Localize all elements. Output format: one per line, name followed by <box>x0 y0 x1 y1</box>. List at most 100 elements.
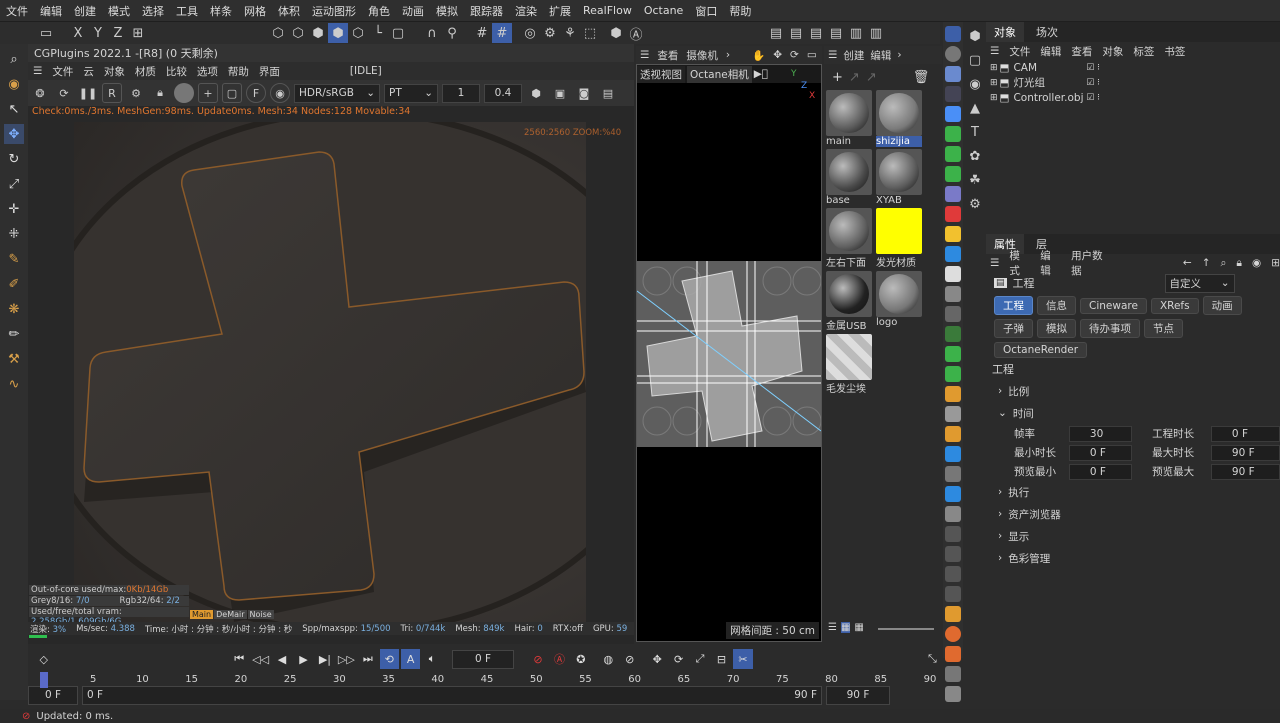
attr-menu-userdata[interactable]: 用户数据 <box>1071 248 1113 278</box>
octane-dots-icon[interactable] <box>945 526 961 542</box>
camera-menu-view[interactable]: 查看 <box>657 48 678 63</box>
obj-menu-object[interactable]: 对象 <box>1102 44 1123 59</box>
grid-view-icon[interactable]: ▦ <box>840 622 851 633</box>
up-arrow-icon[interactable]: ↑ <box>1202 257 1211 269</box>
brush-icon[interactable]: ✏ <box>4 324 24 344</box>
menu-item-13[interactable]: 跟踪器 <box>464 3 509 19</box>
motion-record-icon[interactable]: ◍ <box>599 649 618 669</box>
symmetry-icon[interactable]: ⚘ <box>560 23 580 43</box>
rotate-view-icon[interactable]: ⟳ <box>790 49 799 61</box>
image-icon[interactable]: ▣ <box>550 83 570 103</box>
end-frame-field[interactable]: 90 F <box>826 685 890 705</box>
obj-menu-bookmark[interactable]: 书签 <box>1164 44 1185 59</box>
attr-tab-button[interactable]: OctaneRender <box>994 342 1088 358</box>
spline-smooth-icon[interactable]: ✐ <box>4 274 24 294</box>
object-row[interactable]: ⊞ ⬒ 灯光组 ☑ ⁝ <box>990 75 1280 90</box>
material-item[interactable]: 左右下面 <box>826 208 872 269</box>
scale-key-icon[interactable]: ⤢ <box>690 649 709 669</box>
attr-tab-button[interactable]: 信息 <box>1037 296 1076 315</box>
autokey-icon[interactable]: A <box>400 649 421 669</box>
list-view-icon[interactable]: ☰ <box>828 622 837 633</box>
region-icon[interactable]: R <box>102 83 122 103</box>
key-selection-icon[interactable]: ✪ <box>571 649 590 669</box>
octane-tag-icon[interactable] <box>945 186 961 202</box>
layout-icon[interactable]: ▭ <box>36 23 56 43</box>
material-item[interactable]: shizijia <box>876 90 922 147</box>
pass-tag-main[interactable]: Main <box>190 610 214 619</box>
knife-icon[interactable]: ⚒ <box>4 349 24 369</box>
menu-hamburger-icon-4[interactable]: ☰ <box>990 45 999 57</box>
octane-gear-icon[interactable] <box>945 406 961 422</box>
mode-text-icon[interactable]: T <box>965 122 985 142</box>
pass-tag-demair[interactable]: DeMair <box>214 610 247 619</box>
scale-icon[interactable]: ⤢ <box>4 174 24 194</box>
mode-sphere-icon[interactable]: ◉ <box>965 74 985 94</box>
spline-tool-icon[interactable]: ∿ <box>4 374 24 394</box>
settings-gear-icon[interactable]: ⚙ <box>126 83 146 103</box>
edges-mode-icon[interactable]: ⬢ <box>308 23 328 43</box>
camera-menu-camera[interactable]: 摄像机 <box>686 48 718 63</box>
octane-cluster-icon[interactable] <box>945 146 961 162</box>
octane-clock-icon[interactable] <box>945 506 961 522</box>
octane-ball-icon[interactable] <box>945 426 961 442</box>
attr-tab-button[interactable]: 待办事项 <box>1080 319 1140 338</box>
viewer-menu-cloud[interactable]: 云 <box>78 64 99 79</box>
obj-menu-file[interactable]: 文件 <box>1009 44 1030 59</box>
material-item[interactable]: XYAB <box>876 149 922 206</box>
visibility-check-icon[interactable]: ☑ ⁝ <box>1086 93 1100 103</box>
octane-spline-icon[interactable] <box>945 126 961 142</box>
points-mode-icon[interactable]: ⬡ <box>288 23 308 43</box>
attr-group-header[interactable]: › 比例 <box>998 380 1280 402</box>
attr-group-header[interactable]: › 资产浏览器 <box>998 503 1280 525</box>
live-select-icon[interactable]: ◉ <box>4 74 24 94</box>
obj-menu-edit[interactable]: 编辑 <box>1040 44 1061 59</box>
pause-icon[interactable]: ❚❚ <box>78 83 98 103</box>
hexagon-icon[interactable]: ⬢ <box>526 83 546 103</box>
sphere-icon[interactable] <box>174 83 194 103</box>
octane-dots-icon-3[interactable] <box>945 586 961 602</box>
material-item[interactable]: main <box>826 90 872 147</box>
play-icon[interactable]: ▶ <box>294 649 313 669</box>
prev-frame-icon[interactable]: ◀ <box>272 649 291 669</box>
field-value[interactable]: 30 <box>1068 425 1133 442</box>
attr-tab-button[interactable]: Cineware <box>1080 298 1147 314</box>
team-render-icon[interactable]: ▤ <box>826 23 846 43</box>
viewer-menu-interface[interactable]: 界面 <box>254 64 285 79</box>
menu-item-11[interactable]: 动画 <box>396 3 430 19</box>
material-item[interactable]: base <box>826 149 872 206</box>
select-tool-icon[interactable]: ↖ <box>4 99 24 119</box>
octane-target-icon[interactable] <box>945 286 961 302</box>
menu-item-2[interactable]: 创建 <box>68 3 102 19</box>
menu-item-15[interactable]: 扩展 <box>543 3 577 19</box>
mode-spline-icon[interactable]: ✿ <box>965 146 985 166</box>
sound-icon[interactable]: 🔈︎ <box>422 649 441 669</box>
restart-icon[interactable]: ⟳ <box>54 83 74 103</box>
octane-cube-icon[interactable] <box>945 66 961 82</box>
send-scene-icon[interactable]: ❂ <box>30 83 50 103</box>
menu-item-7[interactable]: 网格 <box>238 3 272 19</box>
octane-ban-icon[interactable] <box>945 566 961 582</box>
asset-icon[interactable]: Ⓐ <box>626 23 646 43</box>
render-region-icon[interactable]: ◎ <box>520 23 540 43</box>
save-image-icon[interactable]: ▤ <box>598 83 618 103</box>
axis-y-button[interactable]: Y <box>88 23 108 43</box>
position-key-icon[interactable]: ✥ <box>647 649 666 669</box>
octane-text-icon[interactable] <box>945 106 961 122</box>
arrow-icon-2[interactable]: ↗ <box>866 70 877 85</box>
go-start-icon[interactable]: ⏮ <box>229 649 248 669</box>
rotate-icon[interactable]: ↻ <box>4 149 24 169</box>
attr-group-header[interactable]: › 色彩管理 <box>998 547 1280 569</box>
param-key-icon[interactable]: ⊟ <box>712 649 731 669</box>
arrow-icon[interactable]: ↗ <box>849 70 860 85</box>
render-queue-icon[interactable]: ▤ <box>806 23 826 43</box>
octane-misc-icon[interactable] <box>945 306 961 322</box>
menu-item-4[interactable]: 选择 <box>136 3 170 19</box>
material-menu-create[interactable]: 创建 <box>843 48 864 63</box>
attr-menu-mode[interactable]: 模式 <box>1009 248 1030 278</box>
coordinate-icon[interactable]: ⊞ <box>128 23 148 43</box>
mode-cone-icon[interactable]: ▲ <box>965 98 985 118</box>
lock-icon-2[interactable]: 🔒︎ <box>1236 257 1242 270</box>
menu-item-10[interactable]: 角色 <box>362 3 396 19</box>
bounding-icon[interactable]: ⬚ <box>580 23 600 43</box>
camera-icon[interactable]: ◙ <box>574 83 594 103</box>
